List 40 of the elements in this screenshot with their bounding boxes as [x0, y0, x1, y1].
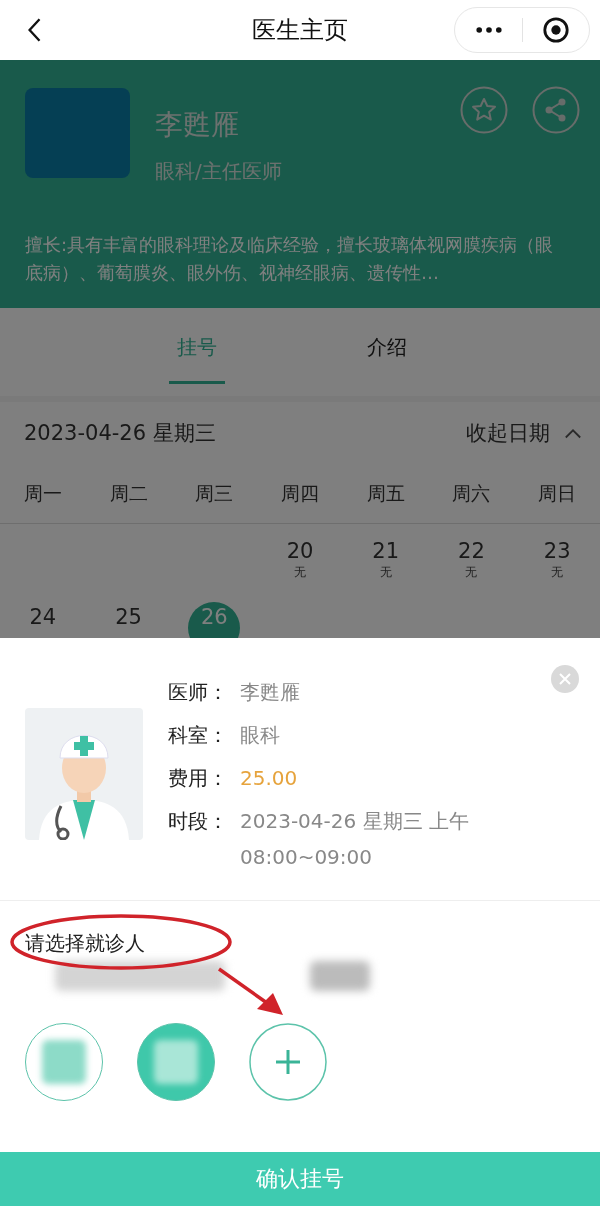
field-value: 眼科: [240, 722, 280, 749]
chevron-up-icon[interactable]: [564, 427, 582, 439]
patient-prompt: 请选择就诊人: [25, 930, 146, 957]
annotation-arrow: [217, 967, 285, 1017]
availability-note: 无: [379, 564, 392, 580]
field-label: 科室：: [168, 722, 229, 749]
field-value: 2023-04-26 星期三 上午 08:00~09:00: [240, 808, 470, 871]
specialty-text: 擅长:具有丰富的眼科理论及临床经验，擅长玻璃体视网膜疾病（眼底病）、葡萄膜炎、眼外伤、视神经眼病、遗传性…: [25, 233, 555, 285]
weekday-label: 周三: [194, 480, 235, 506]
page-title: 医生主页: [251, 15, 349, 46]
calendar-day[interactable]: 24: [29, 604, 57, 630]
add-patient-icon[interactable]: [249, 1023, 327, 1101]
redacted-scribble: [310, 961, 370, 991]
calendar-day[interactable]: 23: [543, 538, 571, 564]
share-icon[interactable]: [532, 86, 580, 134]
weekday-label: 周四: [280, 480, 320, 506]
weekday-label: 周一: [22, 480, 63, 506]
doctor-name: 李甦雁: [155, 107, 240, 143]
fee-value: 25.00: [240, 765, 298, 792]
calendar-day[interactable]: 20: [286, 538, 314, 564]
selected-date: 2023-04-26 星期三: [24, 420, 216, 447]
more-icon[interactable]: [474, 26, 503, 34]
close-icon[interactable]: [550, 664, 580, 694]
doctor-title: 眼科/主任医师: [155, 158, 282, 185]
collapse-dates-link[interactable]: 收起日期: [466, 419, 550, 447]
availability-note: 无: [551, 564, 564, 580]
field-value: 李甦雁: [240, 679, 300, 706]
availability-note: 无: [294, 564, 306, 580]
weekday-label: 周日: [537, 480, 578, 506]
availability-note: 无: [465, 564, 478, 580]
calendar-day[interactable]: 21: [372, 538, 400, 564]
field-label: 时段：: [168, 808, 229, 835]
weekday-label: 周六: [451, 480, 492, 506]
field-label: 费用：: [168, 765, 229, 792]
weekday-label: 周五: [365, 480, 406, 506]
calendar-day[interactable]: 22: [458, 538, 485, 564]
weekday-label: 周二: [108, 480, 149, 506]
field-label: 医师：: [168, 679, 229, 706]
tab[interactable]: 介绍: [332, 308, 442, 396]
calendar-day[interactable]: 25: [115, 604, 142, 630]
